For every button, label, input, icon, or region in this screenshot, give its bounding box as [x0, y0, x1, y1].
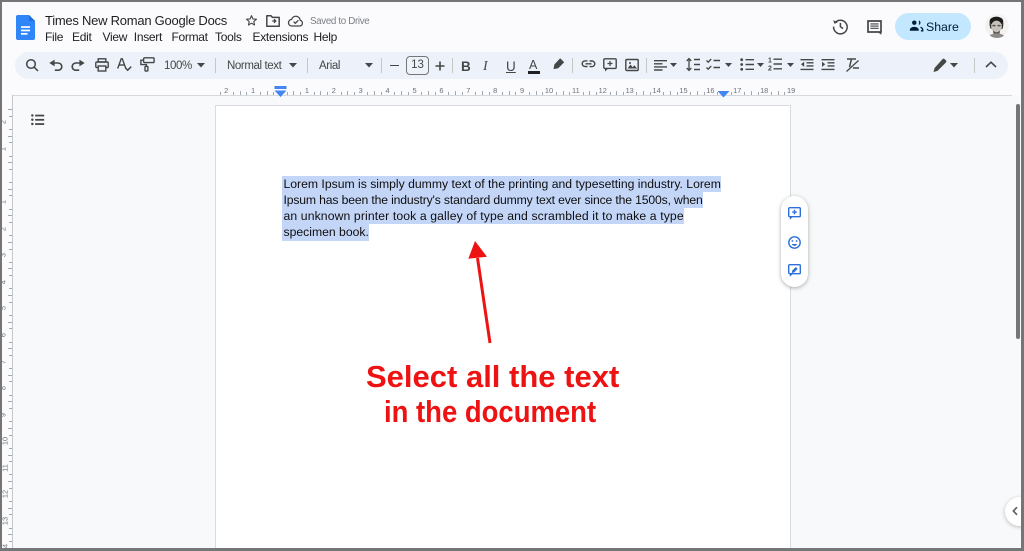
svg-text:1: 1: [768, 58, 772, 65]
svg-text:2: 2: [768, 66, 772, 73]
